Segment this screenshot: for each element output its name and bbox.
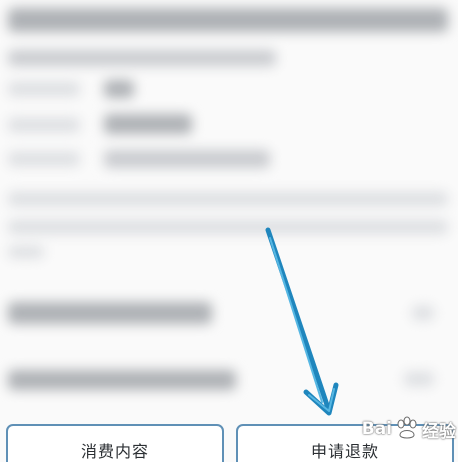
- blurred-subtitle-line: [8, 50, 276, 66]
- blurred-section-heading: [8, 302, 212, 324]
- apply-refund-button[interactable]: 申请退款: [236, 424, 454, 462]
- blurred-paragraph-line: [8, 192, 448, 206]
- blurred-order-details: [0, 0, 458, 462]
- blurred-field-label: [8, 118, 80, 132]
- blurred-section-meta: [404, 372, 434, 386]
- blurred-field-value: [104, 80, 134, 98]
- blurred-field-value: [104, 114, 192, 134]
- blurred-paragraph-line: [8, 246, 44, 258]
- blurred-section-meta: [412, 306, 434, 320]
- blurred-field-value: [104, 150, 270, 168]
- blurred-field-label: [8, 82, 80, 96]
- refund-order-page: 消费内容 申请退款 Bai 经验: [0, 0, 458, 462]
- blurred-section-heading: [8, 370, 236, 390]
- blurred-paragraph-line: [8, 220, 448, 234]
- consumption-content-label: 消费内容: [80, 442, 149, 461]
- blurred-field-label: [8, 152, 80, 166]
- blurred-title-line: [8, 8, 448, 32]
- apply-refund-label: 申请退款: [310, 442, 379, 461]
- consumption-content-button[interactable]: 消费内容: [6, 424, 224, 462]
